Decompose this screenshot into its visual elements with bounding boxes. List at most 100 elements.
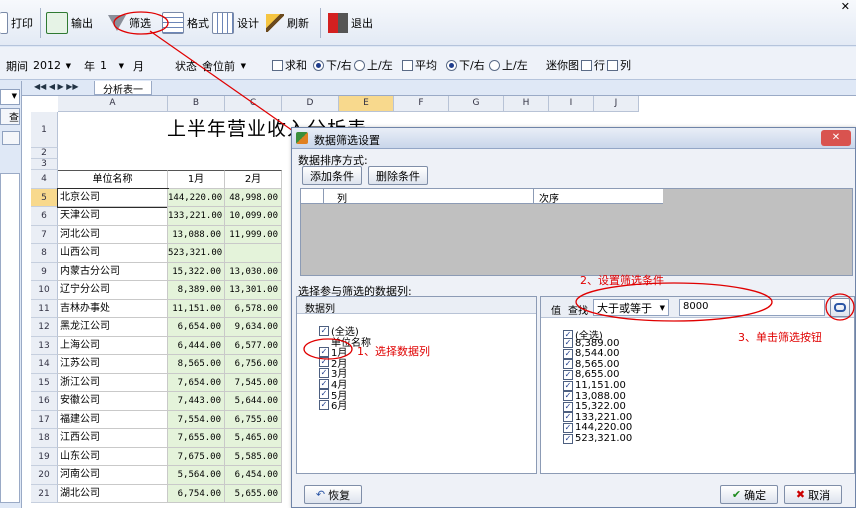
value-cell[interactable]: 8,565.00	[168, 355, 225, 374]
unit-name-cell[interactable]: 河北公司	[58, 225, 168, 244]
value-cell[interactable]	[225, 244, 282, 263]
value-cell[interactable]: 13,088.00	[168, 225, 225, 244]
row-header[interactable]: 14	[31, 355, 58, 374]
checkbox-icon[interactable]: ✓	[563, 391, 573, 402]
filter-value-input[interactable]: 8000	[679, 299, 825, 316]
value-cell[interactable]: 6,755.00	[225, 410, 282, 429]
unit-name-cell[interactable]: 天津公司	[58, 207, 168, 226]
delete-condition-button[interactable]: 删除条件	[368, 166, 428, 185]
unit-name-cell[interactable]: 山东公司	[58, 447, 168, 466]
row-header[interactable]: 19	[31, 447, 58, 466]
row-header[interactable]: 6	[31, 207, 58, 226]
sum-down-right-radio[interactable]: 下/右	[313, 57, 352, 73]
checkbox-icon[interactable]: ✓	[563, 338, 573, 349]
value-tree-item[interactable]: ✓ 523,321.00	[563, 433, 632, 444]
value-tree-item[interactable]: ✓ 133,221.00	[563, 412, 632, 423]
value-cell[interactable]: 5,655.00	[225, 484, 282, 503]
unit-name-cell[interactable]: 湖北公司	[58, 484, 168, 503]
sum-up-left-radio[interactable]: 上/左	[354, 57, 393, 73]
value-tree-item[interactable]: ✓ 144,220.00	[563, 422, 632, 433]
cancel-button[interactable]: ✖ 取消	[784, 485, 842, 504]
value-cell[interactable]: 13,030.00	[225, 262, 282, 281]
unit-name-cell[interactable]: 安徽公司	[58, 392, 168, 411]
unit-name-cell[interactable]: 河南公司	[58, 466, 168, 485]
value-cell[interactable]: 7,554.00	[168, 410, 225, 429]
checkbox-icon[interactable]: ✓	[319, 399, 329, 410]
row-header[interactable]: 21	[31, 484, 58, 503]
checkbox-icon[interactable]: ✓	[563, 401, 573, 412]
value-cell[interactable]: 6,577.00	[225, 336, 282, 355]
checkbox-icon[interactable]: ✓	[563, 433, 573, 444]
row-header[interactable]: 4	[31, 170, 58, 189]
value-tree-item[interactable]: ✓ 8,655.00	[563, 369, 620, 380]
value-cell[interactable]: 7,545.00	[225, 373, 282, 392]
checkbox-icon[interactable]: ✓	[563, 369, 573, 380]
checkbox-icon[interactable]: ✓	[563, 359, 573, 370]
value-cell[interactable]: 144,220.00	[168, 188, 225, 207]
value-cell[interactable]: 11,999.00	[225, 225, 282, 244]
refresh-button[interactable]: 刷新	[266, 10, 309, 36]
value-cell[interactable]: 6,754.00	[168, 484, 225, 503]
value-cell[interactable]: 11,151.00	[168, 299, 225, 318]
unit-name-cell[interactable]: 江西公司	[58, 429, 168, 448]
left-combo[interactable]: ▼	[0, 89, 20, 105]
column-title-cell[interactable]: 2月	[225, 170, 282, 189]
row-header[interactable]: 9	[31, 262, 58, 281]
column-header[interactable]: E	[339, 96, 394, 112]
unit-name-cell[interactable]: 黑龙江公司	[58, 318, 168, 337]
value-cell[interactable]: 6,454.00	[225, 466, 282, 485]
unit-name-cell[interactable]: 上海公司	[58, 336, 168, 355]
column-header[interactable]: C	[225, 96, 282, 112]
value-cell[interactable]: 9,634.00	[225, 318, 282, 337]
value-cell[interactable]: 133,221.00	[168, 207, 225, 226]
sort-conditions-grid[interactable]: 列 次序	[300, 188, 853, 276]
unit-name-cell[interactable]: 辽宁分公司	[58, 281, 168, 300]
value-cell[interactable]: 523,321.00	[168, 244, 225, 263]
value-tree-item[interactable]: ✓ 8,544.00	[563, 348, 620, 359]
format-button[interactable]: 格式	[162, 10, 209, 36]
value-cell[interactable]: 13,301.00	[225, 281, 282, 300]
close-icon[interactable]: ✕	[841, 0, 850, 13]
unit-name-cell[interactable]: 吉林办事处	[58, 299, 168, 318]
value-cell[interactable]: 7,443.00	[168, 392, 225, 411]
ok-button[interactable]: ✔ 确定	[720, 485, 778, 504]
value-tree-item[interactable]: ✓ 11,151.00	[563, 380, 626, 391]
value-tree-item[interactable]: ✓ 13,088.00	[563, 391, 626, 402]
row-header[interactable]: 15	[31, 373, 58, 392]
value-cell[interactable]: 48,998.00	[225, 188, 282, 207]
avg-up-left-radio[interactable]: 上/左	[489, 57, 528, 73]
unit-name-cell[interactable]: 江苏公司	[58, 355, 168, 374]
column-title-cell[interactable]: 单位名称	[58, 170, 168, 189]
add-condition-button[interactable]: 添加条件	[302, 166, 362, 185]
avg-down-right-radio[interactable]: 下/右	[446, 57, 485, 73]
column-header[interactable]: A	[58, 96, 168, 112]
dialog-close-button[interactable]: ✕	[821, 130, 851, 146]
row-header[interactable]: 12	[31, 318, 58, 337]
value-cell[interactable]: 5,644.00	[225, 392, 282, 411]
avg-checkbox[interactable]: 平均	[402, 57, 437, 73]
checkbox-icon[interactable]: ✓	[563, 380, 573, 391]
row-header[interactable]: 11	[31, 299, 58, 318]
value-cell[interactable]: 6,654.00	[168, 318, 225, 337]
row-header[interactable]: 16	[31, 392, 58, 411]
checkbox-icon[interactable]: ✓	[563, 412, 573, 423]
value-cell[interactable]: 7,655.00	[168, 429, 225, 448]
export-button[interactable]: 输出	[46, 10, 93, 36]
row-header[interactable]: 18	[31, 429, 58, 448]
design-button[interactable]: 设计	[212, 10, 259, 36]
row-header[interactable]: 1	[31, 112, 58, 148]
column-header[interactable]: H	[504, 96, 549, 112]
row-header[interactable]: 3	[31, 159, 58, 170]
unit-name-cell[interactable]: 北京公司	[57, 187, 169, 208]
row-header[interactable]: 5	[31, 188, 58, 207]
row-header[interactable]: 8	[31, 244, 58, 263]
value-cell[interactable]: 15,322.00	[168, 262, 225, 281]
filter-search-button[interactable]	[830, 298, 850, 317]
left-tree[interactable]	[0, 173, 20, 503]
row-header[interactable]: 7	[31, 225, 58, 244]
value-cell[interactable]: 6,756.00	[225, 355, 282, 374]
period-year-select[interactable]: 2012 ▼	[30, 57, 74, 74]
checkbox-icon[interactable]: ✓	[563, 348, 573, 359]
row-header[interactable]: 13	[31, 336, 58, 355]
column-title-cell[interactable]: 1月	[168, 170, 225, 189]
